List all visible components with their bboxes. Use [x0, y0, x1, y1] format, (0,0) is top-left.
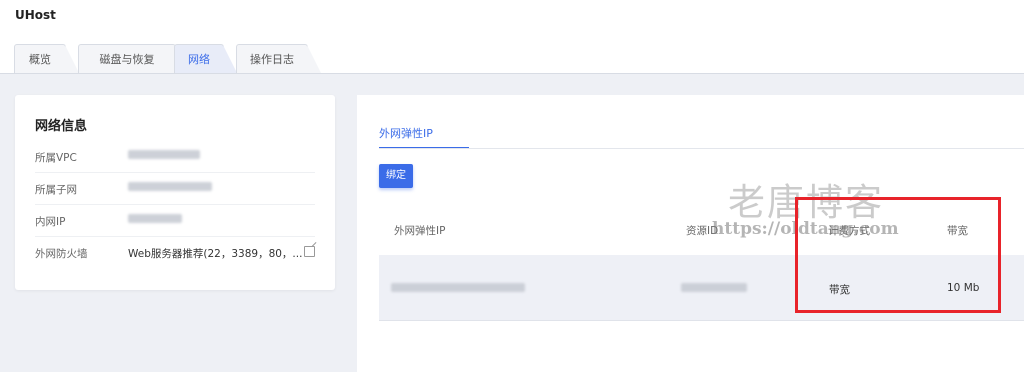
tab-overview[interactable]: 概览 — [14, 44, 80, 75]
info-value-firewall[interactable]: Web服务器推荐(22，3389，80，... — [128, 246, 302, 261]
info-value-subnet-redacted — [128, 182, 212, 194]
cell-resource-id-redacted — [681, 283, 747, 295]
info-row-subnet: 所属子网 — [35, 173, 315, 205]
info-row-private-ip: 内网IP — [35, 205, 315, 237]
info-label-firewall: 外网防火墙 — [35, 248, 88, 260]
cell-eip-redacted — [391, 283, 525, 295]
column-header-eip: 外网弹性IP — [394, 225, 446, 237]
info-row-vpc: 所属VPC — [35, 141, 315, 173]
tab-operation-log[interactable]: 操作日志 — [236, 44, 322, 75]
edit-icon[interactable] — [304, 246, 315, 257]
app-title: UHost — [15, 8, 56, 22]
info-label-subnet: 所属子网 — [35, 184, 77, 196]
info-value-private-ip-redacted — [128, 214, 182, 226]
bind-button[interactable]: 绑定 — [379, 164, 413, 188]
info-row-firewall: 外网防火墙 Web服务器推荐(22，3389，80，... — [35, 237, 315, 269]
network-info-title: 网络信息 — [35, 119, 88, 134]
subtab-eip[interactable]: 外网弹性IP — [379, 125, 433, 141]
tab-disk-recovery[interactable]: 磁盘与恢复 — [78, 44, 190, 75]
subtab-divider — [379, 148, 1024, 149]
highlight-annotation-box — [795, 197, 1001, 313]
tab-network[interactable]: 网络 — [174, 44, 238, 75]
info-value-vpc-redacted — [128, 150, 200, 162]
info-label-vpc: 所属VPC — [35, 152, 77, 164]
info-label-private-ip: 内网IP — [35, 216, 66, 228]
network-info-card: 网络信息 所属VPC 所属子网 内网IP 外网防火墙 Web服务器推荐(22，3… — [15, 95, 335, 290]
